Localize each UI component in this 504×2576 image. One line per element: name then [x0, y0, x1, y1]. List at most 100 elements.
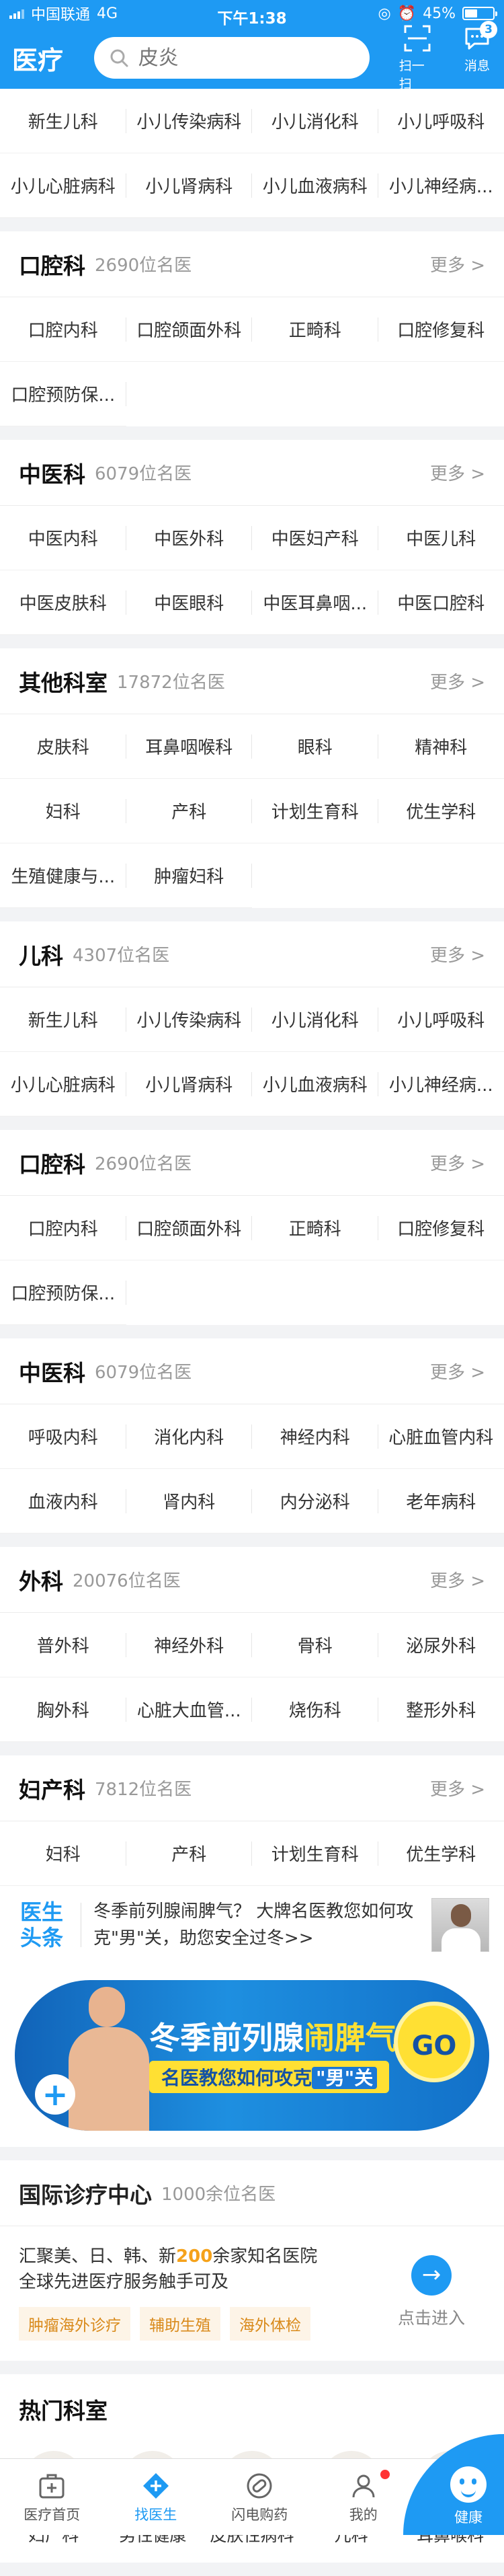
- dept-item[interactable]: 口腔颌面外科: [126, 1196, 253, 1260]
- dept-item[interactable]: 肾内科: [126, 1469, 253, 1533]
- dept-item[interactable]: 生殖健康与...: [0, 843, 126, 908]
- dept-item[interactable]: 神经内科: [252, 1404, 378, 1469]
- dept-item[interactable]: 呼吸内科: [0, 1404, 126, 1469]
- dept-item[interactable]: 中医妇产科: [252, 506, 378, 570]
- more-link[interactable]: 更多 >: [430, 1567, 485, 1592]
- dept-item[interactable]: 消化内科: [126, 1404, 253, 1469]
- dept-item[interactable]: 中医口腔科: [378, 570, 504, 635]
- dept-item[interactable]: 口腔预防保...: [0, 362, 126, 426]
- dept-item[interactable]: 小儿消化科: [252, 89, 378, 153]
- dept-item[interactable]: 优生学科: [378, 1821, 504, 1886]
- dept-item[interactable]: 口腔修复科: [378, 1196, 504, 1260]
- dept-item[interactable]: 新生儿科: [0, 987, 126, 1052]
- dept-item[interactable]: 耳鼻咽喉科: [126, 714, 253, 779]
- tab-find-doctor[interactable]: 找医生: [104, 2459, 208, 2535]
- dept-item[interactable]: 口腔内科: [0, 1196, 126, 1260]
- dept-item[interactable]: 小儿神经病...: [378, 1052, 504, 1116]
- headline-text[interactable]: 冬季前列腺闹脾气？ 大牌名医教您如何攻克"男"关，助您安全过冬>>: [93, 1898, 419, 1952]
- scan-button[interactable]: 扫一扫: [399, 24, 435, 92]
- dept-item[interactable]: 妇科: [0, 779, 126, 843]
- dept-item[interactable]: 正畸科: [252, 297, 378, 362]
- dept-item[interactable]: 神经外科: [126, 1613, 253, 1677]
- dept-item[interactable]: 小儿血液病科: [252, 153, 378, 218]
- dept-item[interactable]: 烧伤科: [252, 1677, 378, 1742]
- tab-health[interactable]: 健康: [415, 2459, 504, 2535]
- dept-item[interactable]: 整形外科: [378, 1677, 504, 1742]
- banner-sub-highlight: "男"关: [312, 2067, 377, 2089]
- dept-item[interactable]: 妇科: [0, 1821, 126, 1886]
- enter-button[interactable]: → 点击进入: [378, 2244, 485, 2341]
- dept-item[interactable]: 心脏血管内科: [378, 1404, 504, 1469]
- dept-item[interactable]: 小儿肾病科: [126, 1052, 253, 1116]
- international-center: 国际诊疗中心 1000余位名医 汇聚美、日、韩、新200余家知名医院 全球先进医…: [0, 2160, 504, 2361]
- message-button[interactable]: 3 消息: [462, 24, 492, 92]
- more-link[interactable]: 更多 >: [430, 252, 485, 276]
- dept-item[interactable]: 小儿肾病科: [126, 153, 253, 218]
- dept-item[interactable]: 新生儿科: [0, 89, 126, 153]
- dept-item[interactable]: 皮肤科: [0, 714, 126, 779]
- dept-item[interactable]: 计划生育科: [252, 1821, 378, 1886]
- dept-item[interactable]: 中医外科: [126, 506, 253, 570]
- section-title: 国际诊疗中心: [19, 2177, 152, 2209]
- dept-item[interactable]: 小儿传染病科: [126, 89, 253, 153]
- dept-item[interactable]: 优生学科: [378, 779, 504, 843]
- dept-item[interactable]: 内分泌科: [252, 1469, 378, 1533]
- dept-item[interactable]: 中医耳鼻咽...: [252, 570, 378, 635]
- dept-item[interactable]: 小儿呼吸科: [378, 987, 504, 1052]
- promo-banner[interactable]: + 冬季前列腺闹脾气？ 名医教您如何攻克"男"关 GO: [15, 1980, 489, 2131]
- more-link[interactable]: 更多 >: [430, 942, 485, 967]
- dept-item[interactable]: 精神科: [378, 714, 504, 779]
- doctor-headline[interactable]: 医生 头条 冬季前列腺闹脾气？ 大牌名医教您如何攻克"男"关，助您安全过冬>>: [0, 1886, 504, 1964]
- dept-item[interactable]: 肿瘤妇科: [126, 843, 253, 908]
- dept-item[interactable]: 心脏大血管...: [126, 1677, 253, 1742]
- dept-item[interactable]: 口腔预防保...: [0, 1260, 126, 1325]
- dept-item[interactable]: 血液内科: [0, 1469, 126, 1533]
- top-header: 中国联通 4G 下午1:38 ◎ ⏰ 45% 医疗 扫一扫: [0, 0, 504, 89]
- dept-item[interactable]: 计划生育科: [252, 779, 378, 843]
- dept-item[interactable]: 正畸科: [252, 1196, 378, 1260]
- more-link[interactable]: 更多 >: [430, 1776, 485, 1801]
- dept-item[interactable]: 小儿呼吸科: [378, 89, 504, 153]
- tag[interactable]: 辅助生殖: [140, 2307, 220, 2341]
- tab-mine[interactable]: 我的: [312, 2459, 416, 2535]
- search-input[interactable]: [138, 46, 340, 70]
- more-link[interactable]: 更多 >: [430, 669, 485, 693]
- dept-item[interactable]: 小儿血液病科: [252, 1052, 378, 1116]
- dept-item[interactable]: 中医儿科: [378, 506, 504, 570]
- dept-item[interactable]: 胸外科: [0, 1677, 126, 1742]
- dept-item[interactable]: 眼科: [252, 714, 378, 779]
- dept-grid: 新生儿科 小儿传染病科 小儿消化科 小儿呼吸科 小儿心脏病科 小儿肾病科 小儿血…: [0, 987, 504, 1116]
- dept-item[interactable]: 中医眼科: [126, 570, 253, 635]
- tab-quick-pharmacy[interactable]: 闪电购药: [208, 2459, 312, 2535]
- dept-item[interactable]: 小儿消化科: [252, 987, 378, 1052]
- dept-grid: 口腔内科 口腔颌面外科 正畸科 口腔修复科 口腔预防保...: [0, 1196, 504, 1325]
- dept-item[interactable]: 骨科: [252, 1613, 378, 1677]
- tag[interactable]: 肿瘤海外诊疗: [19, 2307, 130, 2341]
- dept-item[interactable]: 口腔内科: [0, 297, 126, 362]
- dept-item[interactable]: 产科: [126, 779, 253, 843]
- dept-item[interactable]: 口腔修复科: [378, 297, 504, 362]
- more-link[interactable]: 更多 >: [430, 1359, 485, 1384]
- dept-item[interactable]: 普外科: [0, 1613, 126, 1677]
- dept-item[interactable]: 泌尿外科: [378, 1613, 504, 1677]
- dept-item[interactable]: 小儿神经病...: [378, 153, 504, 218]
- dept-item[interactable]: 中医皮肤科: [0, 570, 126, 635]
- dept-item[interactable]: 口腔颌面外科: [126, 297, 253, 362]
- medkit-icon: [36, 2470, 67, 2501]
- dept-item[interactable]: 中医内科: [0, 506, 126, 570]
- dept-grid: 口腔内科 口腔颌面外科 正畸科 口腔修复科 口腔预防保...: [0, 297, 504, 426]
- search-box[interactable]: [94, 37, 370, 79]
- tab-home[interactable]: 医疗首页: [0, 2459, 104, 2535]
- more-link[interactable]: 更多 >: [430, 1150, 485, 1175]
- dept-item[interactable]: 小儿心脏病科: [0, 153, 126, 218]
- dept-item[interactable]: 老年病科: [378, 1469, 504, 1533]
- dept-item[interactable]: 小儿传染病科: [126, 987, 253, 1052]
- tag[interactable]: 海外体检: [230, 2307, 310, 2341]
- banner-go-button[interactable]: GO: [394, 2002, 474, 2082]
- dept-item[interactable]: 小儿心脏病科: [0, 1052, 126, 1116]
- more-link[interactable]: 更多 >: [430, 460, 485, 485]
- international-body[interactable]: 汇聚美、日、韩、新200余家知名医院 全球先进医疗服务触手可及 肿瘤海外诊疗 辅…: [0, 2226, 504, 2361]
- dept-item[interactable]: 产科: [126, 1821, 253, 1886]
- section-header: 儿科 4307位名医 更多 >: [0, 921, 504, 987]
- dept-section: 口腔科 2690位名医 更多 > 口腔内科 口腔颌面外科 正畸科 口腔修复科 口…: [0, 1130, 504, 1325]
